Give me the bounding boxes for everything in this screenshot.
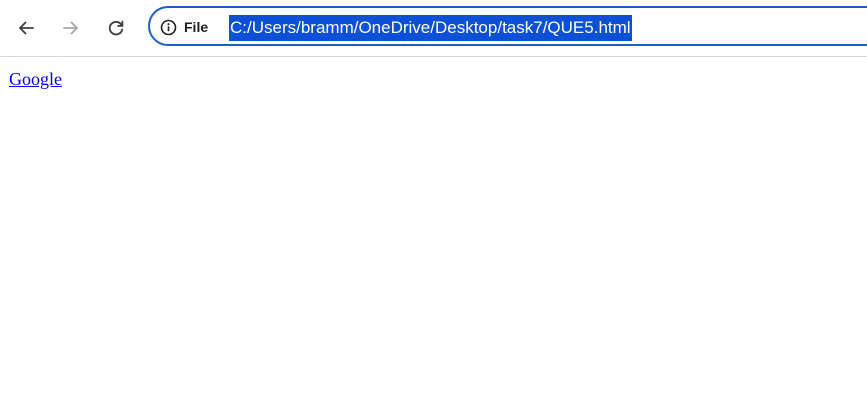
arrow-left-icon (19, 21, 34, 35)
reload-icon (108, 20, 124, 36)
address-bar[interactable]: File C:/Users/bramm/OneDrive/Desktop/tas… (148, 6, 867, 46)
google-link[interactable]: Google (9, 69, 62, 90)
scheme-label: File (184, 19, 209, 35)
browser-toolbar: File C:/Users/bramm/OneDrive/Desktop/tas… (0, 0, 867, 57)
url-input[interactable]: C:/Users/bramm/OneDrive/Desktop/task7/QU… (229, 15, 632, 41)
back-button[interactable] (10, 12, 42, 44)
reload-button[interactable] (100, 12, 132, 44)
site-info-button[interactable]: File (160, 17, 208, 37)
arrow-right-icon (63, 21, 78, 35)
page-content: Google (0, 57, 867, 417)
info-icon (160, 19, 177, 35)
forward-button[interactable] (55, 12, 87, 44)
